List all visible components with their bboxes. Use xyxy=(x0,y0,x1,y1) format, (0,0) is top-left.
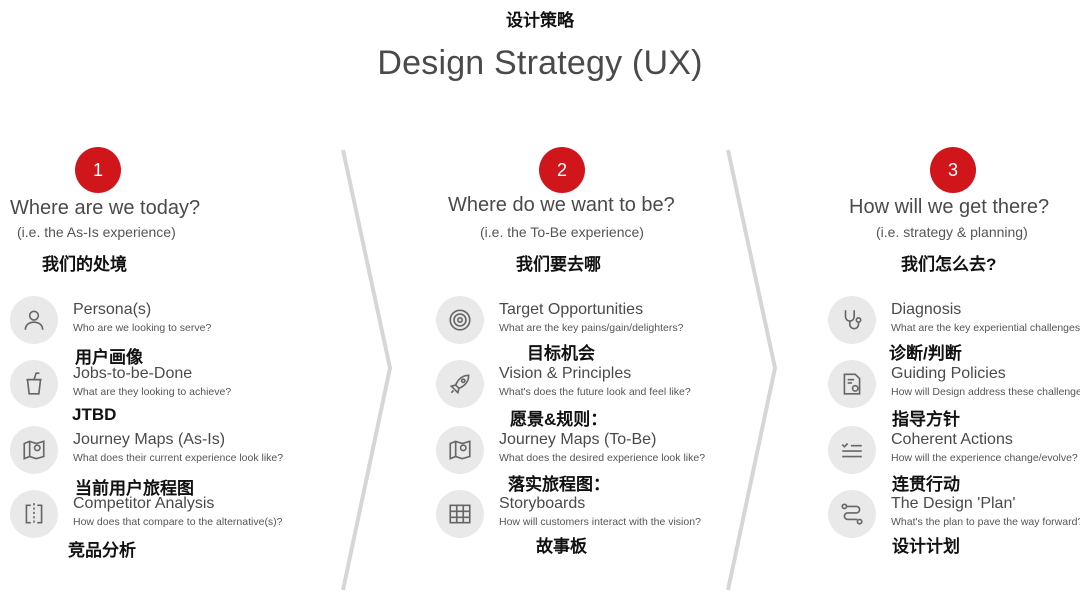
step-1-badge: 1 xyxy=(75,147,121,193)
policy-doc-icon xyxy=(828,360,876,408)
item-vision-label: Vision & Principles xyxy=(499,365,632,382)
item-diagnosis-label: Diagnosis xyxy=(891,301,962,318)
item-journey-tobe-desc: What does the desired experience look li… xyxy=(499,452,706,464)
item-vision-desc: What's does the future look and feel lik… xyxy=(499,386,691,398)
item-policies-desc: How will Design address these challenges… xyxy=(891,386,1080,398)
column-3-subtitle: (i.e. strategy & planning) xyxy=(876,224,1028,240)
column-1-title: Where are we today? xyxy=(10,197,201,219)
item-journey-asis-label: Journey Maps (As-Is) xyxy=(73,431,226,448)
item-jtbd-desc: What are they looking to achieve? xyxy=(73,386,232,398)
rocket-icon xyxy=(436,360,484,408)
item-diagnosis-desc: What are the key experiential challenges… xyxy=(891,322,1080,334)
item-journey-asis-desc: What does their current experience look … xyxy=(73,452,284,464)
step-3-badge: 3 xyxy=(930,147,976,193)
checklist-icon xyxy=(828,426,876,474)
item-policies-label: Guiding Policies xyxy=(891,365,1006,382)
column-2-subtitle: (i.e. the To-Be experience) xyxy=(480,224,644,240)
item-jtbd-cn: JTBD xyxy=(72,405,117,424)
item-vision-cn: 愿景&规则： xyxy=(510,410,608,429)
item-storyboards-label: Storyboards xyxy=(499,495,586,512)
item-policies-cn: 指导方针 xyxy=(892,410,960,429)
column-3-cn: 我们怎么去? xyxy=(901,255,997,274)
cup-icon xyxy=(10,360,58,408)
column-1-cn: 我们的处境 xyxy=(42,255,127,274)
item-plan-desc: What's the plan to pave the way forward? xyxy=(891,516,1080,528)
person-icon xyxy=(10,296,58,344)
item-storyboards-desc: How will customers interact with the vis… xyxy=(499,516,701,528)
item-target-desc: What are the key pains/gain/delighters? xyxy=(499,322,684,334)
item-diagnosis-cn: 诊断/判断 xyxy=(889,344,962,363)
item-target-cn: 目标机会 xyxy=(527,344,595,363)
column-2-title: Where do we want to be? xyxy=(448,194,675,216)
item-competitor-desc: How does that compare to the alternative… xyxy=(73,516,283,528)
item-journey-tobe-cn: 落实旅程图： xyxy=(508,475,610,494)
item-actions-desc: How will the experience change/evolve? xyxy=(891,452,1078,464)
route-icon xyxy=(828,490,876,538)
column-2-cn: 我们要去哪 xyxy=(516,255,601,274)
item-competitor-label: Competitor Analysis xyxy=(73,495,215,512)
item-journey-tobe-label: Journey Maps (To-Be) xyxy=(499,431,657,448)
item-persona-desc: Who are we looking to serve? xyxy=(73,322,212,334)
item-storyboards-cn: 故事板 xyxy=(536,537,587,556)
item-target-label: Target Opportunities xyxy=(499,301,644,318)
item-plan-cn: 设计计划 xyxy=(892,537,960,556)
chevron-divider-1 xyxy=(341,149,393,591)
item-plan-label: The Design 'Plan' xyxy=(891,495,1016,512)
step-2-badge: 2 xyxy=(539,147,585,193)
item-jtbd-label: Jobs-to-be-Done xyxy=(73,365,193,382)
item-competitor-cn: 竞品分析 xyxy=(68,541,136,560)
item-actions-cn: 连贯行动 xyxy=(892,475,960,494)
column-3-title: How will we get there? xyxy=(849,196,1050,218)
item-persona-label: Persona(s) xyxy=(73,301,152,318)
target-icon xyxy=(436,296,484,344)
grid-icon xyxy=(436,490,484,538)
stethoscope-icon xyxy=(828,296,876,344)
map-pin-icon xyxy=(436,426,484,474)
map-pin-icon xyxy=(10,426,58,474)
compare-icon xyxy=(10,490,58,538)
column-1-subtitle: (i.e. the As-Is experience) xyxy=(17,224,176,240)
item-actions-label: Coherent Actions xyxy=(891,431,1013,448)
chevron-divider-2 xyxy=(726,149,778,591)
